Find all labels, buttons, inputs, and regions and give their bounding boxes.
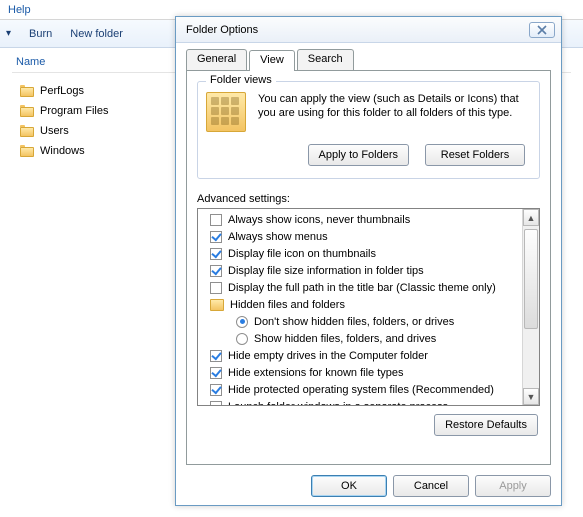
item-label: Windows [40,145,85,157]
column-name[interactable]: Name [12,56,49,68]
scroll-thumb[interactable] [524,229,538,329]
setting-checkbox[interactable]: Hide protected operating system files (R… [202,381,522,398]
setting-label: Hide empty drives in the Computer folder [228,350,428,362]
reset-folders-button[interactable]: Reset Folders [425,144,525,166]
dropdown-icon[interactable]: ▾ [6,28,11,39]
setting-radio[interactable]: Show hidden files, folders, and drives [202,330,522,347]
item-label: Program Files [40,105,108,117]
setting-checkbox[interactable]: Display the full path in the title bar (… [202,279,522,296]
setting-checkbox[interactable]: Display file size information in folder … [202,262,522,279]
item-label: PerfLogs [40,85,84,97]
setting-label: Always show icons, never thumbnails [228,214,410,226]
folder-views-text: You can apply the view (such as Details … [258,92,531,134]
item-label: Users [40,125,69,137]
folder-views-icon [206,92,248,134]
setting-checkbox[interactable]: Hide extensions for known file types [202,364,522,381]
restore-defaults-button[interactable]: Restore Defaults [434,414,538,436]
checkbox-icon[interactable] [210,231,222,243]
checkbox-icon[interactable] [210,367,222,379]
checkbox-icon[interactable] [210,282,222,294]
apply-to-folders-button[interactable]: Apply to Folders [308,144,409,166]
setting-checkbox[interactable]: Display file icon on thumbnails [202,245,522,262]
scroll-up-button[interactable]: ▲ [523,209,539,226]
dialog-title: Folder Options [186,24,258,36]
checkbox-icon[interactable] [210,214,222,226]
setting-label: Hidden files and folders [230,299,345,311]
setting-label: Display the full path in the title bar (… [228,282,496,294]
setting-label: Show hidden files, folders, and drives [254,333,436,345]
setting-checkbox[interactable]: Launch folder windows in a separate proc… [202,398,522,405]
toolbar-new-folder[interactable]: New folder [70,28,123,40]
checkbox-icon[interactable] [210,401,222,406]
folder-views-group: Folder views You can apply the view (suc… [197,81,540,179]
setting-checkbox[interactable]: Always show menus [202,228,522,245]
ok-button[interactable]: OK [311,475,387,497]
folder-icon [20,145,34,157]
checkbox-icon[interactable] [210,384,222,396]
scroll-down-button[interactable]: ▼ [523,388,539,405]
radio-icon[interactable] [236,333,248,345]
tab-general[interactable]: General [186,49,247,70]
close-icon [537,25,547,35]
setting-label: Display file icon on thumbnails [228,248,376,260]
advanced-settings-label: Advanced settings: [197,193,540,205]
folder-icon [20,125,34,137]
setting-label: Always show menus [228,231,328,243]
folder-options-dialog: Folder Options General View Search Folde… [175,16,562,506]
advanced-settings-list[interactable]: Always show icons, never thumbnails Alway… [198,209,522,405]
setting-label: Launch folder windows in a separate proc… [228,401,448,406]
checkbox-icon[interactable] [210,265,222,277]
folder-icon [210,299,224,311]
checkbox-icon[interactable] [210,248,222,260]
advanced-settings-box: Always show icons, never thumbnails Alway… [197,208,540,406]
tab-view[interactable]: View [249,50,295,71]
scrollbar[interactable]: ▲ ▼ [522,209,539,405]
setting-label: Display file size information in folder … [228,265,424,277]
setting-label: Don't show hidden files, folders, or dri… [254,316,454,328]
dialog-buttons: OK Cancel Apply [186,465,551,497]
tab-search[interactable]: Search [297,49,354,70]
toolbar-burn[interactable]: Burn [29,28,52,40]
cancel-button[interactable]: Cancel [393,475,469,497]
dialog-titlebar[interactable]: Folder Options [176,17,561,43]
tab-view-panel: Folder views You can apply the view (suc… [186,71,551,465]
radio-icon[interactable] [236,316,248,328]
setting-label: Hide protected operating system files (R… [228,384,494,396]
close-button[interactable] [529,22,555,38]
setting-checkbox[interactable]: Always show icons, never thumbnails [202,211,522,228]
folder-views-legend: Folder views [206,74,276,86]
tabs: General View Search [186,49,551,71]
setting-radio[interactable]: Don't show hidden files, folders, or dri… [202,313,522,330]
menu-help[interactable]: Help [8,4,31,16]
setting-label: Hide extensions for known file types [228,367,403,379]
setting-checkbox[interactable]: Hide empty drives in the Computer folder [202,347,522,364]
folder-icon [20,85,34,97]
folder-icon [20,105,34,117]
apply-button[interactable]: Apply [475,475,551,497]
setting-group: Hidden files and folders [202,296,522,313]
checkbox-icon[interactable] [210,350,222,362]
